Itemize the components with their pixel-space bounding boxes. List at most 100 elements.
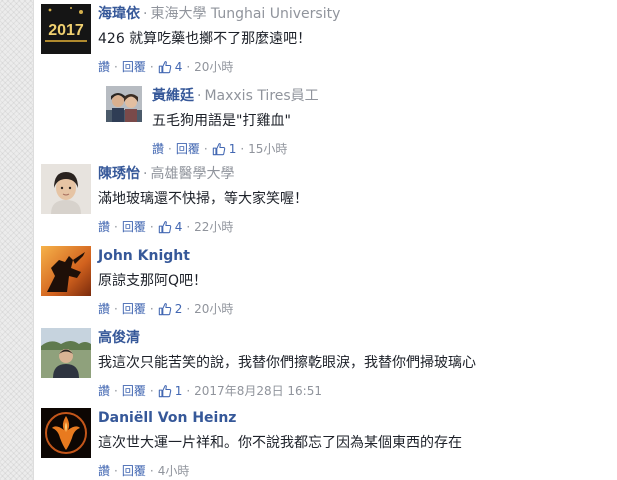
- timestamp[interactable]: 20小時: [194, 302, 233, 316]
- author-affiliation[interactable]: 東海大學 Tunghai University: [150, 6, 340, 22]
- comment-body: Daniëll Von Heinz 這次世大運一片祥和。你不說我都忘了因為某個東…: [98, 408, 607, 479]
- comment-thread: 2017 海瑋依 · 東海大學 Tunghai University 426 就算吃…: [0, 0, 617, 480]
- like-button[interactable]: 讚: [98, 60, 110, 74]
- thumbs-up-icon: [158, 303, 171, 316]
- author-name[interactable]: 陳琇怡: [98, 166, 140, 182]
- like-count-value: 2: [174, 302, 183, 316]
- comment-body: 高俊清 我這次只能苦笑的說，我替你們擦乾眼淚，我替你們掃玻璃心 讚 · 回覆 · 1 · 2…: [98, 328, 607, 399]
- comment-actions: 讚 · 回覆 · 4 · 20小時: [98, 59, 607, 75]
- like-button[interactable]: 讚: [98, 220, 110, 234]
- separator-dot: ·: [114, 464, 118, 478]
- like-count-value: 4: [174, 220, 183, 234]
- timestamp[interactable]: 2017年8月28日 16:51: [194, 384, 322, 398]
- avatar-2017-icon[interactable]: 2017: [41, 4, 91, 54]
- timestamp[interactable]: 15小時: [248, 142, 287, 156]
- thumbs-up-icon: [158, 221, 171, 234]
- like-count[interactable]: 2: [158, 301, 183, 317]
- author-name[interactable]: 黃維廷: [152, 88, 194, 104]
- separator-dot: ·: [114, 220, 118, 234]
- author-affiliation[interactable]: Maxxis Tires員工: [204, 88, 318, 104]
- separator-dot: ·: [143, 166, 148, 182]
- comment-meta: 高俊清: [98, 328, 607, 348]
- comment-actions: 讚 · 回覆 · 2 · 20小時: [98, 301, 607, 317]
- comment-body: 陳琇怡 · 高雄醫學大學 滿地玻璃還不快掃，等大家笑喔！ 讚 · 回覆 · 4 · 22小時: [98, 164, 607, 235]
- reply-button[interactable]: 回覆: [122, 302, 146, 316]
- like-count[interactable]: 4: [158, 59, 183, 75]
- separator-dot: ·: [186, 302, 191, 316]
- separator-dot: ·: [114, 302, 118, 316]
- separator-dot: ·: [186, 60, 191, 74]
- comment-item: 高俊清 我這次只能苦笑的說，我替你們擦乾眼淚，我替你們掃玻璃心 讚 · 回覆 · 1 · 2…: [41, 328, 607, 400]
- separator-dot: ·: [143, 6, 148, 22]
- comment-actions: 讚 · 回覆 · 1 · 15小時: [152, 141, 607, 157]
- separator-dot: ·: [149, 384, 154, 398]
- author-affiliation[interactable]: 高雄醫學大學: [150, 166, 234, 182]
- reply-button[interactable]: 回覆: [122, 60, 146, 74]
- comment-item: John Knight 原諒支那阿Q吧！ 讚 · 回覆 · 2 · 20小時: [41, 246, 607, 318]
- separator-dot: ·: [168, 142, 172, 156]
- like-count-value: 1: [228, 142, 237, 156]
- thumbs-up-icon: [158, 61, 171, 74]
- comment-text: 426 就算吃藥也擲不了那麼遠吧！: [98, 31, 312, 47]
- timestamp[interactable]: 22小時: [194, 220, 233, 234]
- separator-dot: ·: [186, 220, 191, 234]
- thumbs-up-icon: [212, 143, 225, 156]
- comment-body: 海瑋依 · 東海大學 Tunghai University 426 就算吃藥也擲不了…: [98, 4, 607, 75]
- comment-body: John Knight 原諒支那阿Q吧！ 讚 · 回覆 · 2 · 20小時: [98, 246, 607, 317]
- couple-photo-icon[interactable]: [106, 86, 142, 122]
- reply-item: 黃維廷 · Maxxis Tires員工 五毛狗用語是"打雞血" 讚 · 回覆 · 1 · 15…: [106, 86, 607, 156]
- separator-dot: ·: [149, 464, 154, 478]
- comment-text: 滿地玻璃還不快掃，等大家笑喔！: [98, 191, 308, 207]
- comment-actions: 讚 · 回覆 · 1 · 2017年8月28日 16:51: [98, 383, 607, 399]
- separator-dot: ·: [240, 142, 245, 156]
- thumbs-up-icon: [158, 385, 171, 398]
- like-count-value: 1: [174, 384, 183, 398]
- separator-dot: ·: [149, 302, 154, 316]
- like-button[interactable]: 讚: [98, 302, 110, 316]
- author-name[interactable]: Daniëll Von Heinz: [98, 410, 236, 426]
- svg-text:2017: 2017: [48, 22, 84, 39]
- timestamp[interactable]: 4小時: [158, 464, 190, 478]
- separator-dot: ·: [197, 88, 202, 104]
- comment-text: 這次世大運一片祥和。你不說我都忘了因為某個東西的存在: [98, 435, 462, 451]
- like-count-value: 4: [174, 60, 183, 74]
- like-button[interactable]: 讚: [98, 384, 110, 398]
- comment-actions: 讚 · 回覆 · 4小時: [98, 463, 607, 479]
- separator-dot: ·: [149, 220, 154, 234]
- man-outdoor-icon[interactable]: [41, 328, 91, 378]
- like-button[interactable]: 讚: [152, 142, 164, 156]
- reply-button[interactable]: 回覆: [122, 384, 146, 398]
- separator-dot: ·: [149, 60, 154, 74]
- like-count[interactable]: 1: [158, 383, 183, 399]
- separator-dot: ·: [186, 384, 191, 398]
- comment-meta: 海瑋依 · 東海大學 Tunghai University: [98, 4, 607, 24]
- comment-body: 黃維廷 · Maxxis Tires員工 五毛狗用語是"打雞血" 讚 · 回覆 · 1 · 15…: [152, 86, 607, 157]
- comment-text: 五毛狗用語是"打雞血": [152, 113, 291, 129]
- author-name[interactable]: 高俊清: [98, 330, 140, 346]
- woman-portrait-icon[interactable]: [41, 164, 91, 214]
- comment-item: Daniëll Von Heinz 這次世大運一片祥和。你不說我都忘了因為某個東…: [41, 408, 607, 478]
- knight-silhouette-icon[interactable]: [41, 246, 91, 296]
- separator-dot: ·: [114, 60, 118, 74]
- comment-item: 2017 海瑋依 · 東海大學 Tunghai University 426 就算吃…: [41, 4, 607, 74]
- reply-button[interactable]: 回覆: [122, 220, 146, 234]
- reply-button[interactable]: 回覆: [122, 464, 146, 478]
- comment-meta: 黃維廷 · Maxxis Tires員工: [152, 86, 607, 106]
- like-count[interactable]: 4: [158, 219, 183, 235]
- comment-actions: 讚 · 回覆 · 4 · 22小時: [98, 219, 607, 235]
- author-name[interactable]: John Knight: [98, 248, 190, 264]
- separator-dot: ·: [114, 384, 118, 398]
- comment-meta: John Knight: [98, 246, 607, 266]
- comment-item: 陳琇怡 · 高雄醫學大學 滿地玻璃還不快掃，等大家笑喔！ 讚 · 回覆 · 4 · 22小時: [41, 164, 607, 236]
- like-button[interactable]: 讚: [98, 464, 110, 478]
- comment-text: 我這次只能苦笑的說，我替你們擦乾眼淚，我替你們掃玻璃心: [98, 355, 476, 371]
- comment-meta: Daniëll Von Heinz: [98, 408, 607, 428]
- comment-text: 原諒支那阿Q吧！: [98, 273, 208, 289]
- separator-dot: ·: [203, 142, 208, 156]
- like-count[interactable]: 1: [212, 141, 237, 157]
- author-name[interactable]: 海瑋依: [98, 6, 140, 22]
- timestamp[interactable]: 20小時: [194, 60, 233, 74]
- comment-meta: 陳琇怡 · 高雄醫學大學: [98, 164, 607, 184]
- phoenix-icon[interactable]: [41, 408, 91, 458]
- reply-button[interactable]: 回覆: [176, 142, 200, 156]
